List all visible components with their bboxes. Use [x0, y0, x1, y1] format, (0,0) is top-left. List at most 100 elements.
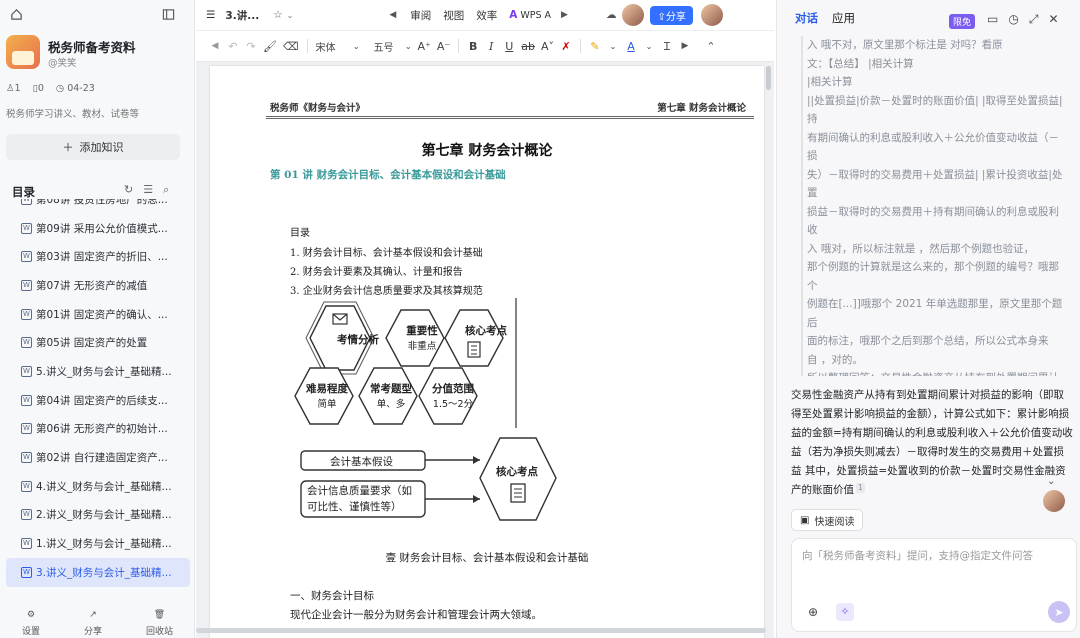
expand-icon[interactable]: ⤢ [1029, 12, 1039, 27]
bold-icon[interactable]: B [464, 36, 482, 56]
italic-icon[interactable]: I [482, 36, 500, 56]
word-doc-icon: W [21, 279, 32, 291]
toc-item[interactable]: W 第04讲 固定资产的后续支... [6, 386, 190, 415]
document-tab[interactable]: 3.讲... [225, 8, 259, 23]
paragraph: 现代企业会计一般分为财务会计和管理会计两大领域。 [290, 609, 542, 621]
settings-button[interactable]: ⚙ 设置 [22, 610, 40, 638]
menu-view[interactable]: 视图 [443, 8, 464, 23]
send-button[interactable]: ➤ [1048, 601, 1070, 623]
eraser-icon[interactable]: ⌫ [280, 36, 302, 56]
citation-badge[interactable]: 1 [856, 483, 865, 493]
chevron-down-icon[interactable]: ⌄ [640, 36, 658, 56]
menu-icon[interactable]: ☰ [206, 9, 215, 21]
menu-efficiency[interactable]: 效率 [476, 8, 497, 23]
underline-icon[interactable]: U [500, 36, 518, 56]
quote-line: 损益－取得时的交易费用＋持有期间确认的利息或股利收 [807, 205, 1059, 237]
wps-ai-menu[interactable]: WPS A [520, 10, 551, 21]
share-kb-button[interactable]: ↗ 分享 [84, 610, 102, 638]
highlight-icon[interactable]: ✎ [586, 36, 604, 56]
toc-tools: ↻ ☰ ⌕ [124, 183, 169, 197]
toc-item[interactable]: W 第08讲 投资性房地产的思... [6, 199, 190, 214]
home-icon[interactable] [10, 8, 23, 24]
font-shrink-icon[interactable]: A⁻ [434, 36, 453, 56]
word-doc-icon: W [21, 251, 32, 263]
chevron-left-icon[interactable]: ◀ [389, 10, 396, 20]
toc-item[interactable]: W 第02讲 自行建造固定资产... [6, 443, 190, 472]
chevron-down-icon[interactable]: ⌄ [287, 11, 294, 20]
format-painter-icon[interactable]: 🖌 [260, 36, 280, 56]
refresh-icon[interactable]: ↻ [124, 183, 133, 197]
collapse-toolbar-icon[interactable]: ⌃ [702, 36, 720, 56]
history-icon[interactable]: ◷ [1008, 12, 1018, 27]
share-button[interactable]: ⇪分享 [650, 5, 693, 25]
hex-core [479, 437, 557, 521]
chevron-right-icon[interactable]: ▶ [561, 10, 568, 20]
hex-keypoint-label: 核心考点 [465, 325, 507, 337]
star-icon[interactable]: ☆ [273, 9, 282, 21]
question-input[interactable]: 向「税务师备考资料」提问，支持@指定文件问答 ⊕ ✧ ➤ [791, 538, 1077, 632]
document-canvas: Ƭ 税务师《财务与会计》 第七章 财务会计概论 第七章 财务会计概论 第 01 … [196, 62, 774, 638]
tab-apps[interactable]: 应用 [832, 10, 855, 26]
cloud-icon[interactable]: ☁ [606, 9, 617, 21]
font-grow-icon[interactable]: A⁺ [415, 36, 434, 56]
folder-icon[interactable]: ▭ [987, 12, 998, 27]
toc-item[interactable]: W 2.讲义_财务与会计_基础精... [6, 501, 190, 530]
sidebar-toggle-icon[interactable] [162, 8, 175, 24]
font-color-icon[interactable]: A [622, 36, 640, 56]
add-knowledge-button[interactable]: ＋添加知识 [6, 134, 180, 160]
redo-icon[interactable]: ↷ [242, 36, 260, 56]
horizontal-scrollbar[interactable] [196, 628, 766, 633]
toc-item[interactable]: W 第05讲 固定资产的处置 [6, 328, 190, 357]
chevron-down-icon[interactable]: ⌄ [604, 36, 622, 56]
toc-item-label: 第03讲 固定资产的折旧、... [36, 251, 168, 264]
close-icon[interactable]: ✕ [1048, 12, 1058, 27]
knowledge-base-title: 税务师备考资料 [48, 40, 136, 55]
vertical-scrollbar[interactable] [766, 66, 771, 90]
text-cursor-icon[interactable]: Ɪ [658, 36, 676, 56]
doc-toc-line: 3. 企业财务会计信息质量要求及其核算规范 [290, 286, 483, 297]
strikethrough-icon[interactable]: ab [518, 36, 538, 56]
toc-item-label: 第09讲 采用公允价值模式... [36, 222, 168, 235]
wps-ai-logo-icon: A [509, 9, 518, 21]
trash-button[interactable]: 🗑 回收站 [146, 610, 173, 638]
quote-line: 自 ，对的。 [807, 353, 863, 366]
clear-format-icon[interactable]: ✗ [557, 36, 575, 56]
chevron-left-icon[interactable]: ◀ [206, 36, 224, 56]
toc-item-label: 2.讲义_财务与会计_基础精... [36, 509, 172, 522]
word-doc-icon: W [21, 480, 32, 492]
toc-item[interactable]: W 第06讲 无形资产的初始计... [6, 415, 190, 444]
search-icon[interactable]: ⌕ [163, 183, 169, 197]
toc-item[interactable]: W 4.讲义_财务与会计_基础精... [6, 472, 190, 501]
profile-avatar[interactable] [700, 4, 723, 26]
undo-icon[interactable]: ↶ [224, 36, 242, 56]
sort-icon[interactable]: ☰ [143, 183, 153, 197]
document-topbar: ☰ 3.讲... ☆ ⌄ ◀ 审阅 视图 效率 A WPS A ▶ ☁ ⇪分享 [196, 0, 774, 30]
quick-read-icon: ▣ [800, 514, 810, 526]
font-family-select[interactable]: 宋体 ⌄ [313, 36, 363, 56]
ai-assistant-panel: 对话 应用 限免 ▭ ◷ ⤢ ✕ 入 哦不对，原文里那个标注是 对吗？看原 文：【… [776, 0, 1080, 638]
toc-item[interactable]: W 3.讲义_财务与会计_基础精... [6, 557, 190, 587]
chevron-right-icon[interactable]: ▶ [676, 36, 694, 56]
toc-item-label: 第01讲 固定资产的确认、... [36, 308, 168, 321]
toc-list: W 第08讲 投资性房地产的思... W 第09讲 采用公允价值模式... W 第03讲 … [6, 199, 190, 597]
toc-item[interactable]: W 第03讲 固定资产的折旧、... [6, 242, 190, 271]
doc-toc-line: 1. 财务会计目标、会计基本假设和会计基础 [290, 248, 483, 259]
toc-item[interactable]: W 第07讲 无形资产的减值 [6, 271, 190, 300]
globe-icon[interactable]: ⊕ [808, 605, 818, 619]
font-size-select[interactable]: 五号 ⌄ [371, 36, 415, 56]
toc-item[interactable]: W 1.讲义_财务与会计_基础精... [6, 529, 190, 558]
menu-review[interactable]: 审阅 [410, 8, 431, 23]
quick-read-button[interactable]: ▣ 快速阅读 [791, 509, 864, 531]
knowledge-base-author: @笑笑 [48, 58, 77, 69]
quote-line: 面的标注，哦那个之后到那个总结，所以公式本身来 [807, 335, 1049, 347]
deep-think-icon[interactable]: ✧ [836, 603, 854, 621]
assistant-avatar[interactable] [1043, 490, 1065, 512]
toc-item[interactable]: W 第09讲 采用公允价值模式... [6, 214, 190, 243]
plus-icon: ＋ [62, 141, 74, 154]
chevron-down-icon[interactable]: ⌄ [1047, 476, 1055, 487]
toc-item[interactable]: W 5.讲义_财务与会计_基础精... [6, 357, 190, 386]
user-avatar[interactable] [622, 4, 645, 26]
tab-chat[interactable]: 对话 [795, 10, 818, 26]
toc-item[interactable]: W 第01讲 固定资产的确认、... [6, 300, 190, 329]
superscript-icon[interactable]: A˅ [538, 36, 557, 56]
